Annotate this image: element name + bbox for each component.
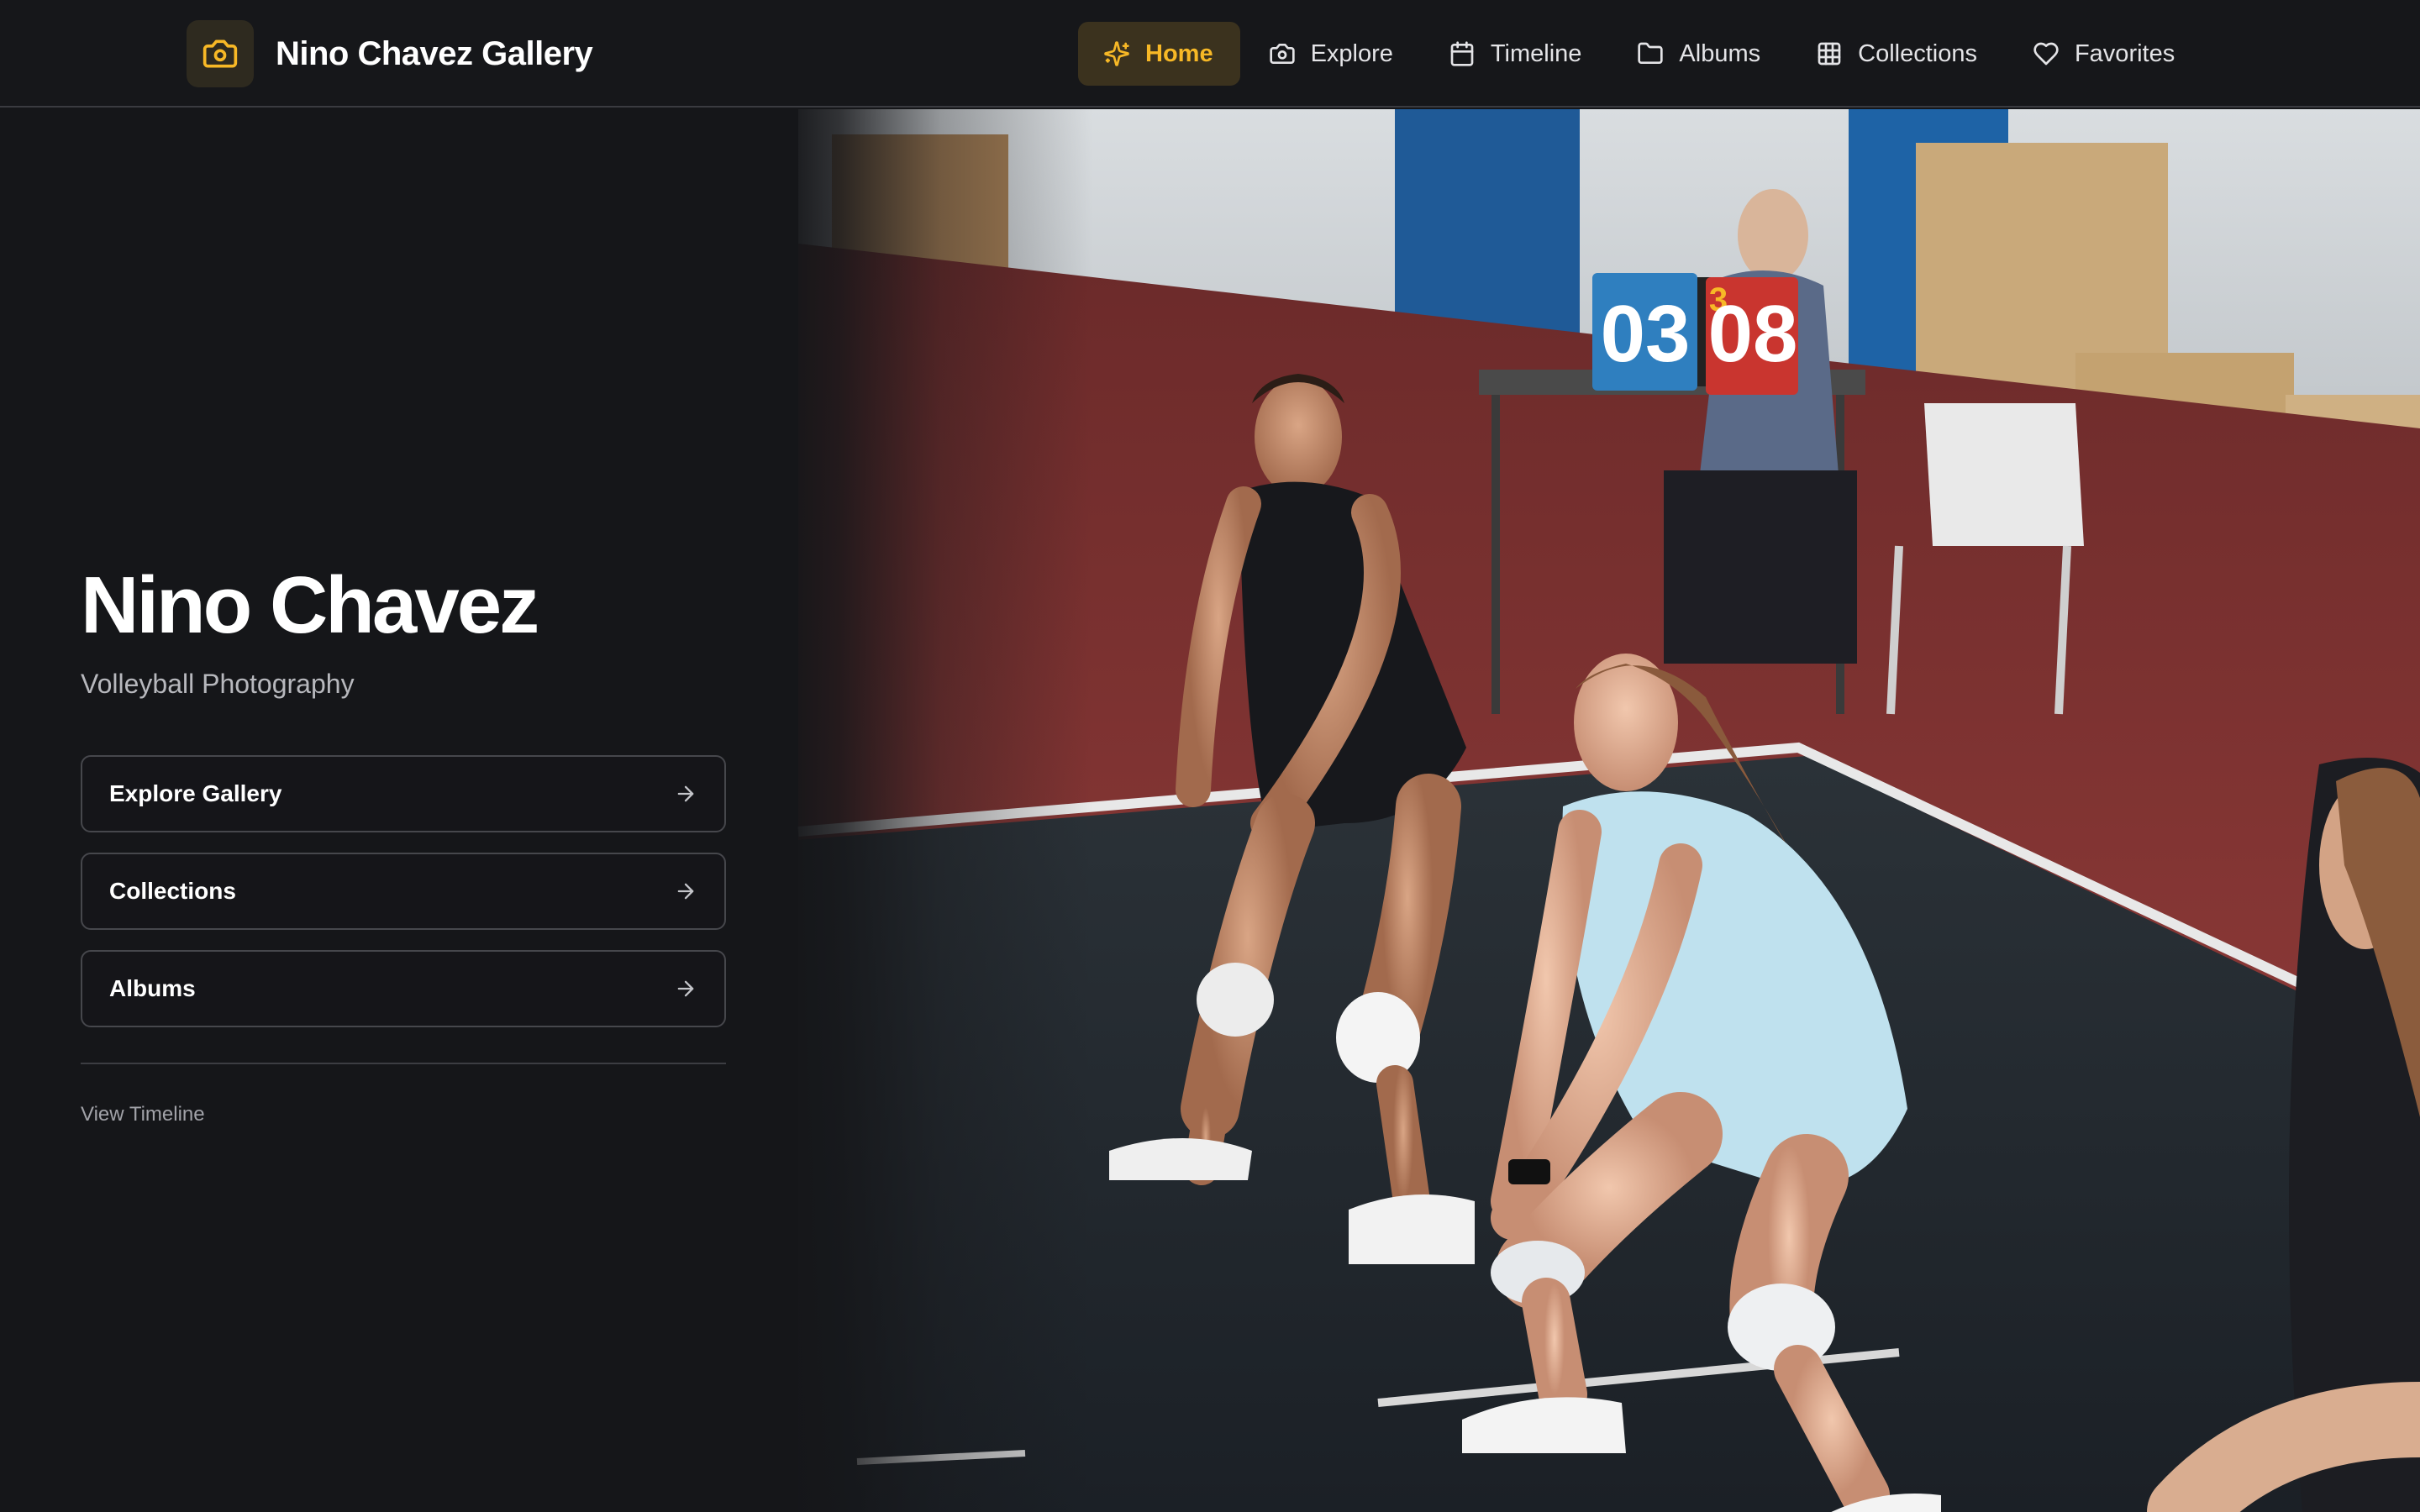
scoreboard-right: 08	[1708, 289, 1798, 379]
brand[interactable]: Nino Chavez Gallery	[187, 20, 593, 87]
nav-item-albums[interactable]: Albums	[1612, 22, 1787, 86]
view-timeline-link[interactable]: View Timeline	[81, 1103, 205, 1126]
nav-label-timeline: Timeline	[1490, 39, 1582, 67]
albums-label: Albums	[109, 974, 196, 1001]
heart-icon	[2033, 42, 2059, 66]
arrow-right-icon	[677, 883, 694, 899]
nav-label-explore: Explore	[1310, 39, 1393, 67]
nav-label-home: Home	[1145, 39, 1213, 67]
brand-title: Nino Chavez Gallery	[276, 34, 593, 72]
camera-icon	[187, 20, 254, 87]
explore-gallery-button[interactable]: Explore Gallery	[81, 754, 726, 832]
explore-gallery-label: Explore Gallery	[109, 780, 282, 806]
calendar-icon	[1450, 41, 1474, 66]
main-nav: Home Explore Timeline Albums Collections	[1078, 22, 2205, 86]
top-navigation-bar: Nino Chavez Gallery Home Explore Timelin…	[0, 0, 2420, 108]
intro-panel: Nino Chavez Volleyball Photography Explo…	[81, 561, 726, 1126]
page-title: Nino Chavez	[81, 560, 539, 650]
nav-item-home[interactable]: Home	[1078, 22, 1240, 86]
arrow-right-icon	[677, 980, 694, 996]
collections-label: Collections	[109, 877, 236, 904]
nav-label-favorites: Favorites	[2074, 39, 2175, 67]
nav-item-collections[interactable]: Collections	[1791, 22, 2004, 86]
collections-button[interactable]: Collections	[81, 852, 726, 930]
grid-icon	[1818, 42, 1841, 66]
page-subtitle: Volleyball Photography	[81, 668, 355, 699]
action-list: Explore Gallery Collections Albums	[81, 754, 726, 1027]
nav-item-timeline[interactable]: Timeline	[1423, 22, 1609, 86]
sparkles-icon	[1104, 41, 1129, 66]
divider	[81, 1062, 726, 1064]
nav-label-albums: Albums	[1679, 39, 1761, 67]
arrow-right-icon	[677, 785, 694, 801]
scoreboard-left: 03	[1601, 289, 1691, 379]
nav-label-collections: Collections	[1858, 39, 1977, 67]
folder-icon	[1638, 42, 1664, 64]
nav-item-explore[interactable]: Explore	[1244, 22, 1420, 86]
nav-item-favorites[interactable]: Favorites	[2007, 22, 2202, 86]
albums-button[interactable]: Albums	[81, 949, 726, 1027]
camera-icon	[1269, 44, 1295, 64]
